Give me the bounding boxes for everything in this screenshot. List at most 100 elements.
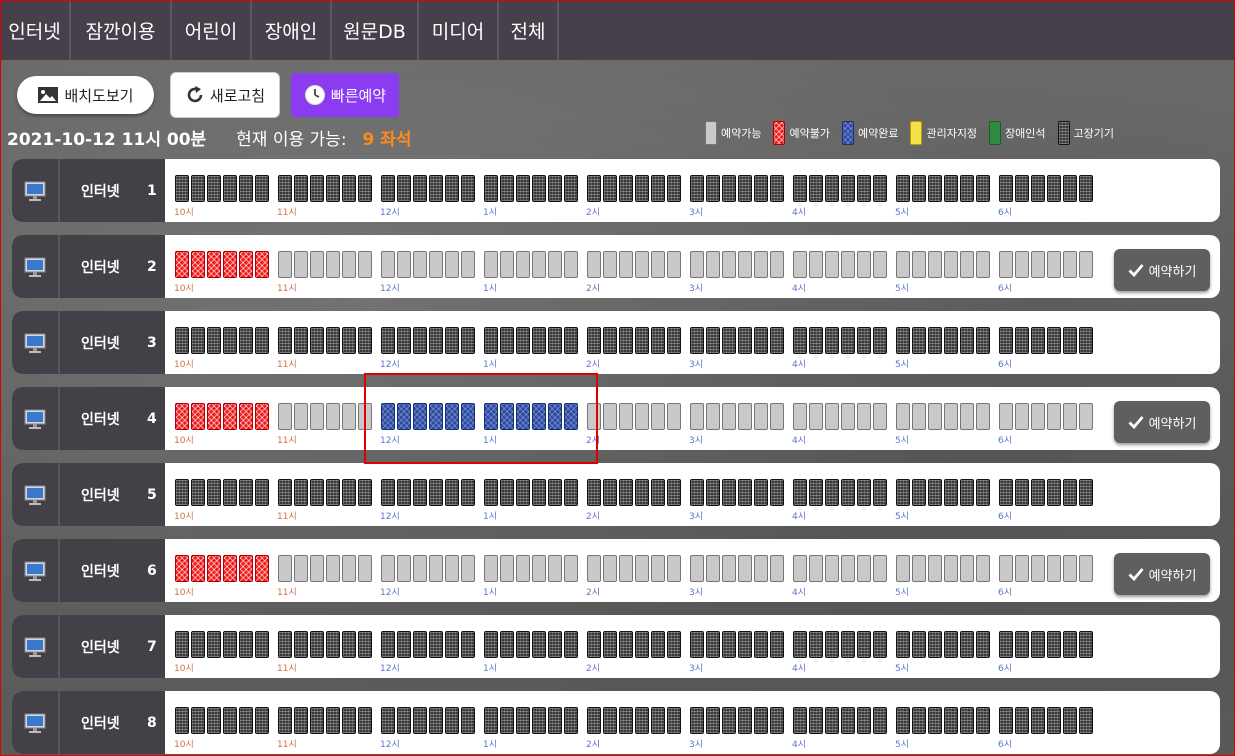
time-slot-avail[interactable] <box>754 555 768 582</box>
time-slot-avail[interactable] <box>413 251 427 278</box>
time-slot-avail[interactable] <box>619 555 633 582</box>
time-slot-avail[interactable] <box>999 403 1013 430</box>
time-slot-avail[interactable] <box>445 251 459 278</box>
time-slot-avail[interactable] <box>960 555 974 582</box>
time-slot-avail[interactable] <box>294 251 308 278</box>
time-slot-avail[interactable] <box>896 403 910 430</box>
time-slot-avail[interactable] <box>516 251 530 278</box>
time-slot-avail[interactable] <box>896 555 910 582</box>
time-slot-avail[interactable] <box>484 251 498 278</box>
time-slot-avail[interactable] <box>896 251 910 278</box>
time-slot-avail[interactable] <box>294 403 308 430</box>
time-slot-avail[interactable] <box>722 251 736 278</box>
time-slot-avail[interactable] <box>342 403 356 430</box>
time-slot-avail[interactable] <box>358 403 372 430</box>
time-slot-avail[interactable] <box>1079 555 1093 582</box>
time-slot-avail[interactable] <box>706 251 720 278</box>
time-slot-avail[interactable] <box>564 251 578 278</box>
time-slot-avail[interactable] <box>873 555 887 582</box>
time-slot-avail[interactable] <box>976 555 990 582</box>
time-slot-avail[interactable] <box>587 403 601 430</box>
time-slot-avail[interactable] <box>667 555 681 582</box>
time-slot-avail[interactable] <box>999 555 1013 582</box>
time-slot-avail[interactable] <box>532 555 546 582</box>
time-slot-avail[interactable] <box>1031 251 1045 278</box>
time-slot-avail[interactable] <box>841 555 855 582</box>
time-slot-avail[interactable] <box>873 251 887 278</box>
tab-media[interactable]: 미디어 <box>419 0 499 60</box>
time-slot-avail[interactable] <box>912 403 926 430</box>
tab-internet[interactable]: 인터넷 <box>0 0 71 60</box>
view-layout-button[interactable]: 배치도보기 <box>17 76 154 114</box>
time-slot-avail[interactable] <box>976 403 990 430</box>
tab-children[interactable]: 어린이 <box>172 0 252 60</box>
time-slot-avail[interactable] <box>413 555 427 582</box>
time-slot-avail[interactable] <box>310 555 324 582</box>
time-slot-avail[interactable] <box>278 251 292 278</box>
time-slot-avail[interactable] <box>738 555 752 582</box>
time-slot-avail[interactable] <box>722 555 736 582</box>
time-slot-avail[interactable] <box>722 403 736 430</box>
time-slot-avail[interactable] <box>461 251 475 278</box>
time-slot-avail[interactable] <box>500 251 514 278</box>
refresh-button[interactable]: 새로고침 <box>170 72 280 118</box>
reserve-button[interactable]: 예약하기 <box>1114 249 1210 291</box>
time-slot-avail[interactable] <box>500 555 514 582</box>
time-slot-avail[interactable] <box>461 555 475 582</box>
time-slot-avail[interactable] <box>635 251 649 278</box>
time-slot-avail[interactable] <box>738 251 752 278</box>
time-slot-avail[interactable] <box>912 251 926 278</box>
time-slot-avail[interactable] <box>1047 403 1061 430</box>
time-slot-avail[interactable] <box>548 251 562 278</box>
time-slot-avail[interactable] <box>825 403 839 430</box>
time-slot-avail[interactable] <box>770 555 784 582</box>
time-slot-avail[interactable] <box>754 403 768 430</box>
time-slot-avail[interactable] <box>770 251 784 278</box>
time-slot-avail[interactable] <box>310 251 324 278</box>
time-slot-avail[interactable] <box>1031 403 1045 430</box>
time-slot-avail[interactable] <box>841 403 855 430</box>
time-slot-avail[interactable] <box>532 251 546 278</box>
time-slot-avail[interactable] <box>429 555 443 582</box>
time-slot-avail[interactable] <box>738 403 752 430</box>
time-slot-avail[interactable] <box>912 555 926 582</box>
time-slot-avail[interactable] <box>603 555 617 582</box>
time-slot-avail[interactable] <box>635 403 649 430</box>
time-slot-avail[interactable] <box>397 555 411 582</box>
time-slot-avail[interactable] <box>944 555 958 582</box>
time-slot-avail[interactable] <box>587 251 601 278</box>
time-slot-avail[interactable] <box>1079 403 1093 430</box>
time-slot-avail[interactable] <box>928 251 942 278</box>
time-slot-avail[interactable] <box>857 403 871 430</box>
time-slot-avail[interactable] <box>1063 251 1077 278</box>
time-slot-avail[interactable] <box>381 555 395 582</box>
time-slot-avail[interactable] <box>706 555 720 582</box>
time-slot-avail[interactable] <box>793 555 807 582</box>
tab-disabled[interactable]: 장애인 <box>252 0 332 60</box>
time-slot-avail[interactable] <box>278 555 292 582</box>
time-slot-avail[interactable] <box>793 403 807 430</box>
time-slot-avail[interactable] <box>690 403 704 430</box>
time-slot-avail[interactable] <box>651 403 665 430</box>
time-slot-avail[interactable] <box>1063 403 1077 430</box>
time-slot-avail[interactable] <box>944 251 958 278</box>
time-slot-avail[interactable] <box>825 251 839 278</box>
time-slot-avail[interactable] <box>667 251 681 278</box>
time-slot-avail[interactable] <box>587 555 601 582</box>
time-slot-avail[interactable] <box>651 555 665 582</box>
time-slot-avail[interactable] <box>619 251 633 278</box>
time-slot-avail[interactable] <box>825 555 839 582</box>
time-slot-avail[interactable] <box>397 251 411 278</box>
time-slot-avail[interactable] <box>690 555 704 582</box>
time-slot-avail[interactable] <box>548 555 562 582</box>
time-slot-avail[interactable] <box>358 251 372 278</box>
time-slot-avail[interactable] <box>944 403 958 430</box>
time-slot-avail[interactable] <box>326 403 340 430</box>
time-slot-avail[interactable] <box>667 403 681 430</box>
time-slot-avail[interactable] <box>857 555 871 582</box>
time-slot-avail[interactable] <box>635 555 649 582</box>
time-slot-avail[interactable] <box>809 555 823 582</box>
time-slot-avail[interactable] <box>381 251 395 278</box>
time-slot-avail[interactable] <box>342 555 356 582</box>
quick-reserve-button[interactable]: 빠른예약 <box>291 73 399 117</box>
